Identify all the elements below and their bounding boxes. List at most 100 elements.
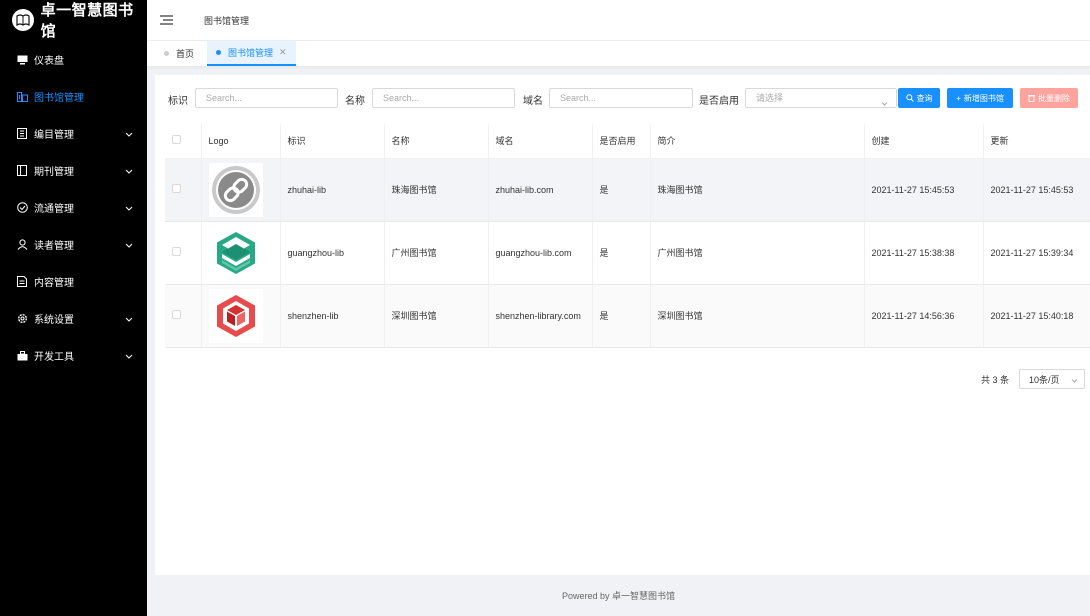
sidebar-item-label: 编目管理: [34, 130, 74, 141]
cube-logo-icon: [208, 288, 263, 343]
layers-logo-icon: [208, 225, 263, 280]
row-checkbox[interactable]: [172, 184, 181, 193]
column-header: 名称: [384, 124, 489, 159]
logo-cell: [201, 158, 281, 222]
document-icon: [16, 276, 28, 288]
sidebar-item-dashboard[interactable]: 仪表盘: [0, 41, 147, 78]
breadcrumb[interactable]: 图书馆管理: [204, 14, 249, 27]
chevron-down-icon: [125, 167, 133, 175]
domain-search-input[interactable]: Search...: [549, 88, 693, 108]
intro-cell: 深圳图书馆: [650, 284, 865, 348]
intro-cell: 珠海图书馆: [650, 158, 865, 222]
top-header: 图书馆管理: [147, 0, 1090, 41]
id-cell: guangzhou-lib: [280, 221, 385, 285]
logo-cell: [201, 284, 281, 348]
footer: Powered by 卓一智慧图书馆: [147, 575, 1090, 616]
tab-home[interactable]: 首页: [155, 41, 203, 66]
created-cell: 2021-11-27 15:45:53: [864, 158, 984, 222]
menu-toggle-icon[interactable]: [160, 14, 174, 26]
batch-delete-button[interactable]: 批量删除: [1020, 88, 1078, 108]
toolbox-icon: [16, 350, 28, 362]
tab-library-management[interactable]: 图书馆管理 ✕: [207, 41, 296, 66]
sidebar-item-journal[interactable]: 期刊管理: [0, 152, 147, 189]
search-icon: [905, 94, 914, 102]
enabled-label: 是否启用: [699, 96, 739, 107]
table-row[interactable]: shenzhen-lib 深圳图书馆 shenzhen-library.com …: [165, 284, 1090, 348]
sidebar-menu: 仪表盘 图书馆管理 编目管理 期刊管理 流通管理 读者管理 内容管理 系统设置 …: [0, 41, 147, 374]
id-search-input[interactable]: Search...: [195, 88, 338, 108]
updated-cell: 2021-11-27 15:45:53: [983, 158, 1090, 222]
sidebar-item-circulation[interactable]: 流通管理: [0, 189, 147, 226]
header-checkbox-cell: [165, 124, 202, 159]
user-icon: [16, 239, 28, 251]
table-row[interactable]: guangzhou-lib 广州图书馆 guangzhou-lib.com 是 …: [165, 221, 1090, 285]
name-search-input[interactable]: Search...: [372, 88, 515, 108]
row-checkbox-cell: [165, 284, 202, 348]
enabled-cell: 是: [592, 221, 651, 285]
sidebar-item-label: 期刊管理: [34, 167, 74, 178]
enabled-select[interactable]: 请选择: [745, 88, 897, 108]
name-cell: 深圳图书馆: [384, 284, 489, 348]
row-checkbox-cell: [165, 221, 202, 285]
plus-icon: +: [956, 93, 961, 103]
column-header: 简介: [650, 124, 865, 159]
sidebar: 卓一智慧图书馆 仪表盘 图书馆管理 编目管理 期刊管理 流通管理 读者管理 内容…: [0, 0, 147, 616]
chain-logo-icon: [208, 162, 263, 217]
total-count: 共 3 条: [980, 374, 1009, 385]
column-header: 更新: [983, 124, 1090, 159]
column-header: 域名: [488, 124, 593, 159]
column-header: 是否启用: [592, 124, 651, 159]
name-label: 名称: [345, 96, 365, 107]
intro-cell: 广州图书馆: [650, 221, 865, 285]
enabled-select-placeholder: 请选择: [756, 93, 784, 103]
sidebar-item-library[interactable]: 图书馆管理: [0, 78, 147, 115]
book-logo-icon: [12, 9, 34, 31]
chevron-down-icon: [1071, 376, 1078, 383]
journal-icon: [16, 165, 28, 177]
sidebar-item-label: 流通管理: [34, 204, 74, 215]
brand-title: 卓一智慧图书馆: [40, 2, 134, 40]
id-label: 标识: [168, 96, 188, 107]
tab-bar: 首页 图书馆管理 ✕: [147, 41, 1090, 67]
tab-dot: [216, 50, 222, 55]
trash-icon: [1028, 94, 1035, 102]
row-checkbox[interactable]: [172, 247, 181, 256]
add-library-button-label: 新增图书馆: [963, 93, 1004, 103]
tab-label: 图书馆管理: [228, 48, 274, 58]
sidebar-item-catalog[interactable]: 编目管理: [0, 115, 147, 152]
enabled-cell: 是: [592, 158, 651, 222]
add-library-button[interactable]: + 新增图书馆: [947, 88, 1013, 108]
enabled-cell: 是: [592, 284, 651, 348]
column-header: Logo: [201, 124, 281, 159]
brand[interactable]: 卓一智慧图书馆: [0, 0, 147, 40]
name-cell: 广州图书馆: [384, 221, 489, 285]
column-header: 标识: [280, 124, 385, 159]
sidebar-item-readers[interactable]: 读者管理: [0, 226, 147, 263]
sidebar-item-label: 开发工具: [34, 352, 74, 363]
chevron-down-icon: [125, 352, 133, 360]
chevron-down-icon: [125, 130, 133, 138]
sidebar-item-devtools[interactable]: 开发工具: [0, 337, 147, 374]
sidebar-item-content[interactable]: 内容管理: [0, 263, 147, 300]
domain-cell: guangzhou-lib.com: [488, 221, 593, 285]
logo-cell: [201, 221, 281, 285]
created-cell: 2021-11-27 15:38:38: [864, 221, 984, 285]
table-header-row: Logo 标识 名称 域名 是否启用 简介 创建 更新: [165, 124, 1090, 159]
sidebar-item-label: 内容管理: [34, 278, 74, 289]
close-icon[interactable]: ✕: [279, 47, 287, 58]
chevron-down-icon: [881, 95, 888, 106]
gear-icon: [16, 313, 28, 325]
sidebar-item-settings[interactable]: 系统设置: [0, 300, 147, 337]
chevron-down-icon: [125, 241, 133, 249]
query-button[interactable]: 查询: [898, 88, 940, 108]
page-size-select[interactable]: 10条/页: [1019, 369, 1085, 389]
row-checkbox[interactable]: [172, 310, 181, 319]
select-all-checkbox[interactable]: [172, 135, 181, 145]
chevron-down-icon: [125, 315, 133, 323]
updated-cell: 2021-11-27 15:40:18: [983, 284, 1090, 348]
monitor-icon: [16, 54, 28, 66]
tab-label: 首页: [176, 49, 195, 59]
table-row[interactable]: zhuhai-lib 珠海图书馆 zhuhai-lib.com 是 珠海图书馆 …: [165, 158, 1090, 222]
filter-bar: 标识 Search... 名称 Search... 域名 Search... 是…: [155, 88, 1090, 108]
page-size-value: 10条/页: [1029, 374, 1060, 385]
